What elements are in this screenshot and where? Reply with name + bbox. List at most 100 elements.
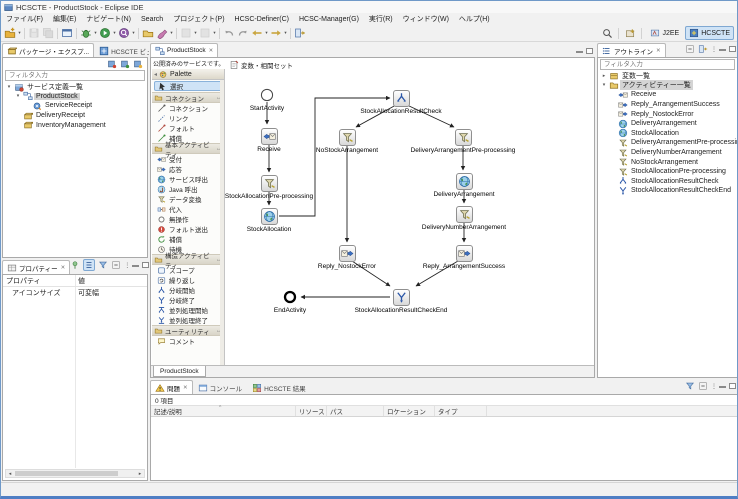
tree-item[interactable]: DeliveryNumberArrangement xyxy=(598,148,737,158)
palette-item[interactable]: 代入 xyxy=(152,204,224,214)
maximize-icon[interactable] xyxy=(586,48,593,54)
tree-item[interactable]: NoStockArrangement xyxy=(598,157,737,167)
perspective-hcscte-button[interactable]: HCSCTE xyxy=(685,26,734,40)
page-tab-productstock[interactable]: ProductStock xyxy=(153,366,206,377)
diagram-node-reply[interactable] xyxy=(339,245,356,262)
tree-item[interactable]: Reply_NostockError xyxy=(598,109,737,119)
palette-header[interactable]: ◂ Palette xyxy=(152,69,224,80)
close-icon[interactable]: ✕ xyxy=(656,48,661,54)
diagram-node-start[interactable] xyxy=(260,88,274,102)
view-menu-icon[interactable]: ⋮ xyxy=(711,383,716,390)
tree-item[interactable]: ▾アクティビティー一覧 xyxy=(598,81,737,91)
palette-category[interactable]: 基本アクティビティ↔ xyxy=(152,143,224,154)
collapse-all-icon[interactable] xyxy=(685,44,695,54)
pin-properties-icon[interactable] xyxy=(70,260,80,270)
column-header[interactable]: パス xyxy=(327,406,384,416)
link-editor-button[interactable] xyxy=(293,26,307,40)
palette-item[interactable]: 応答 xyxy=(152,164,224,174)
profile-button[interactable] xyxy=(117,26,131,40)
tree-item[interactable]: Receive xyxy=(598,90,737,100)
minimize-icon[interactable] xyxy=(132,264,139,267)
menu-item[interactable]: ウィンドウ(W) xyxy=(398,13,454,25)
palette-category[interactable]: ユーティリティ↔ xyxy=(152,325,224,336)
scroll-left-arrow[interactable]: ◂ xyxy=(6,470,14,477)
diagram-node-merge[interactable] xyxy=(393,289,410,306)
palette-item[interactable]: フォルト xyxy=(152,123,224,133)
filter-icon[interactable] xyxy=(685,381,695,391)
run-button[interactable] xyxy=(98,26,112,40)
open-perspective-icon[interactable] xyxy=(623,26,637,40)
palette-item[interactable]: Java 呼出 xyxy=(152,184,224,194)
dropdown-arrow-icon[interactable]: ▾ xyxy=(283,30,288,36)
menu-item[interactable]: 実行(R) xyxy=(364,13,398,25)
package-explorer-filter-input[interactable] xyxy=(5,70,145,81)
close-icon[interactable]: ✕ xyxy=(61,265,66,271)
package-action-icon-2[interactable] xyxy=(120,59,130,69)
package-action-icon-3[interactable] xyxy=(133,59,143,69)
workflow-canvas[interactable]: 変数・相関セット StartActivityReceiveStockAlloca… xyxy=(225,58,594,365)
column-header[interactable]: ロケーション xyxy=(384,406,435,416)
tree-item[interactable]: StockAllocation xyxy=(598,129,737,139)
tree-item[interactable]: DeliveryArrangementPre-processing xyxy=(598,138,737,148)
diagram-node-branch[interactable] xyxy=(393,90,410,107)
tab-outline[interactable]: アウトライン ✕ xyxy=(597,43,666,57)
package-action-icon-1[interactable] xyxy=(107,59,117,69)
minimize-icon[interactable] xyxy=(719,48,726,51)
palette-item[interactable]: 並列処理終了 xyxy=(152,315,224,325)
diagram-node-transform[interactable] xyxy=(455,129,472,146)
diagram-node-invoke[interactable] xyxy=(456,173,473,190)
palette-item[interactable]: 補償 xyxy=(152,234,224,244)
save-all-button[interactable] xyxy=(41,26,55,40)
link-with-editor-icon[interactable] xyxy=(698,44,708,54)
mark-occurrences-button[interactable] xyxy=(155,26,169,40)
hcsc-console-button[interactable] xyxy=(60,26,74,40)
tree-item[interactable]: DeliveryReceipt xyxy=(3,111,147,121)
palette-item[interactable]: コメント xyxy=(152,336,224,346)
diagram-node-reply[interactable] xyxy=(456,245,473,262)
menu-item[interactable]: Search xyxy=(136,13,168,25)
palette-item[interactable]: 無操作 xyxy=(152,214,224,224)
tree-item[interactable]: ▸変数一覧 xyxy=(598,71,737,81)
palette-item[interactable]: データ変換 xyxy=(152,194,224,204)
expander-icon[interactable]: ▾ xyxy=(14,93,22,99)
dropdown-arrow-icon[interactable]: ▾ xyxy=(212,30,217,36)
annotation-next-button[interactable] xyxy=(198,26,212,40)
tree-item[interactable]: StockAllocationResultCheck xyxy=(598,177,737,187)
palette-item[interactable]: 分岐終了 xyxy=(152,295,224,305)
filter-icon[interactable] xyxy=(98,260,108,270)
expander-icon[interactable]: ▸ xyxy=(600,73,608,79)
previous-edit-button[interactable] xyxy=(222,26,236,40)
palette-item[interactable]: フォルト送出 xyxy=(152,224,224,234)
back-button[interactable] xyxy=(250,26,264,40)
diagram-node-receive[interactable] xyxy=(261,128,278,145)
properties-column-divider[interactable] xyxy=(75,275,76,468)
diagram-node-invoke[interactable] xyxy=(261,208,278,225)
column-header[interactable]: 記述/説明 xyxy=(151,406,296,416)
properties-hscrollbar[interactable]: ◂ ▸ xyxy=(5,469,145,478)
perspective-j2ee-button[interactable]: J2EE xyxy=(646,26,683,40)
column-header[interactable]: リソース xyxy=(296,406,327,416)
collapse-all-icon[interactable] xyxy=(698,381,708,391)
tree-item[interactable]: ServiceReceipt xyxy=(3,101,147,111)
menu-item[interactable]: HCSC-Definer(C) xyxy=(230,13,294,25)
properties-row[interactable]: アイコンサイズ 可変幅 xyxy=(3,287,147,298)
tree-item[interactable]: DeliveryArrangement xyxy=(598,119,737,129)
palette-item[interactable]: 繰り返し xyxy=(152,275,224,285)
diagram-node-transform[interactable] xyxy=(456,206,473,223)
minimize-icon[interactable] xyxy=(719,385,726,388)
palette-item[interactable]: 分岐開始 xyxy=(152,285,224,295)
search-icon[interactable] xyxy=(600,26,614,40)
dropdown-arrow-icon[interactable]: ▾ xyxy=(17,30,22,36)
tree-item[interactable]: ▾サービス定義一覧 xyxy=(3,82,147,92)
show-categories-icon[interactable] xyxy=(83,259,95,271)
palette-category[interactable]: コネクション↔ xyxy=(152,92,224,103)
close-icon[interactable]: ✕ xyxy=(183,385,188,391)
diagram-node-end[interactable] xyxy=(283,290,297,304)
save-button[interactable] xyxy=(27,26,41,40)
palette-scrollbar[interactable] xyxy=(220,80,224,365)
diagram-node-transform[interactable] xyxy=(339,129,356,146)
maximize-icon[interactable] xyxy=(729,383,736,389)
expander-icon[interactable]: ▾ xyxy=(600,82,608,88)
palette-item-select[interactable]: 選択 xyxy=(154,81,222,91)
menu-item[interactable]: ファイル(F) xyxy=(1,13,48,25)
